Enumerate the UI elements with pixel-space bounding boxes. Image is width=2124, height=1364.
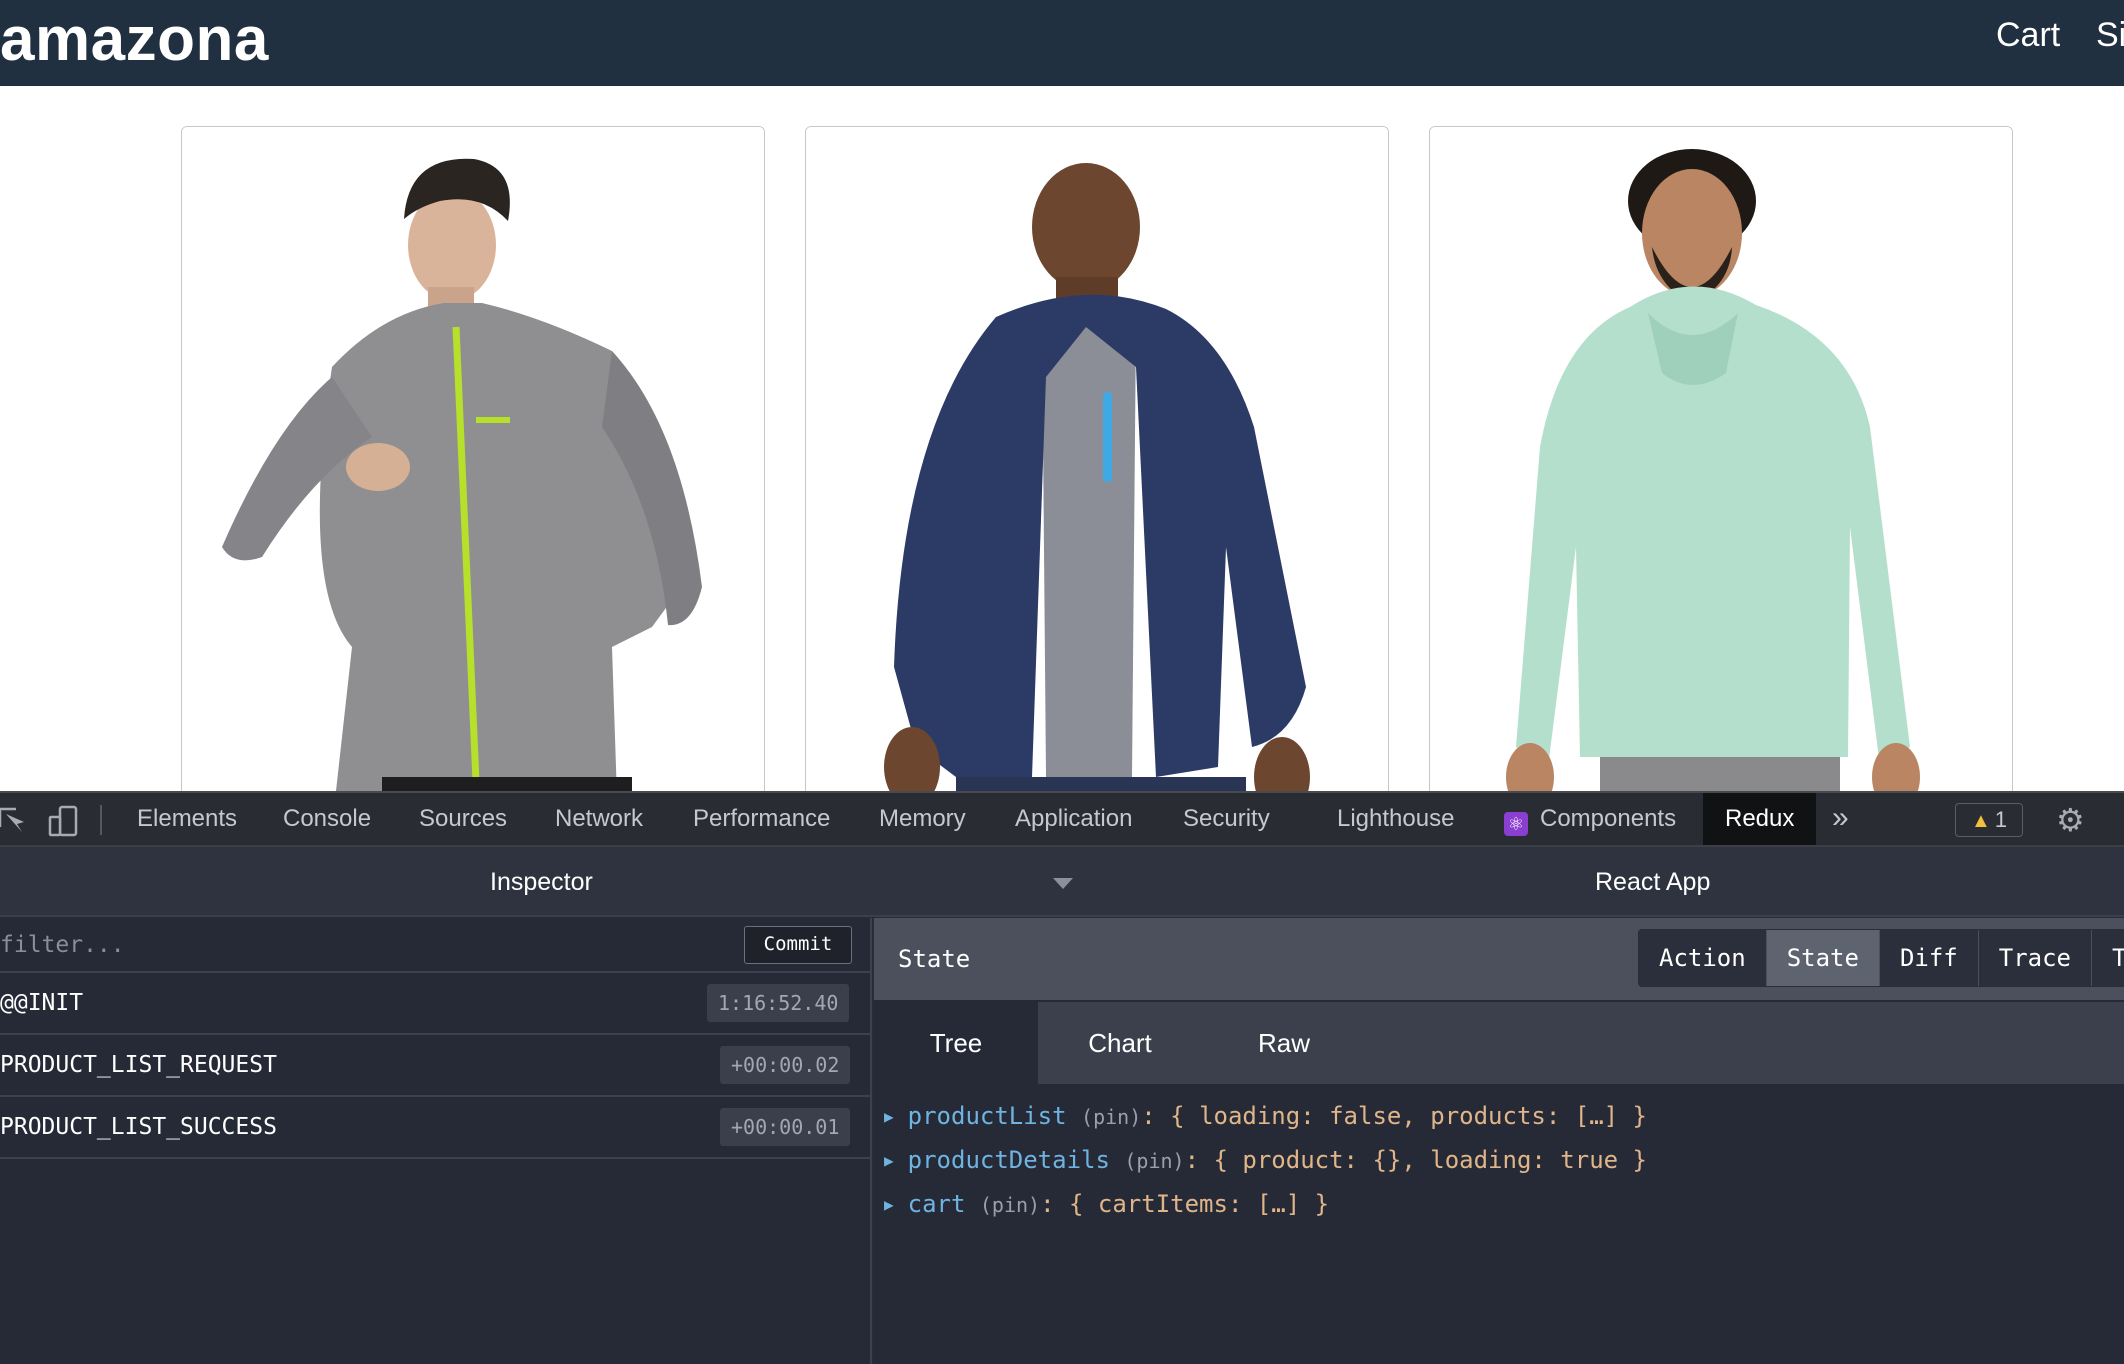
action-timestamp: 1:16:52.40 <box>707 984 850 1022</box>
more-tabs-chevron-icon[interactable]: » <box>1832 793 1849 845</box>
tree-node[interactable]: ▶ cart (pin): { cartItems: […] } <box>884 1184 1329 1224</box>
action-name: PRODUCT_LIST_SUCCESS <box>0 1114 277 1140</box>
tab-elements[interactable]: Elements <box>137 793 237 845</box>
tree-value: : { cartItems: […] } <box>1040 1190 1330 1218</box>
tab-redux[interactable]: Redux <box>1703 793 1817 845</box>
react-logo-icon: ⚛ <box>1504 812 1528 836</box>
tab-lighthouse[interactable]: Lighthouse <box>1337 793 1454 845</box>
expand-arrow-icon[interactable]: ▶ <box>884 1195 894 1214</box>
tab-diff[interactable]: Diff <box>1880 930 1979 986</box>
devtools-tabbar: Elements Console Sources Network Perform… <box>0 791 2124 847</box>
subtab-chart[interactable]: Chart <box>1038 1002 1202 1084</box>
product-card[interactable] <box>181 126 765 791</box>
pin-label[interactable]: (pin) <box>980 1193 1040 1217</box>
brand-logo-link[interactable]: amazona <box>0 4 269 75</box>
tab-memory[interactable]: Memory <box>879 793 966 845</box>
filter-row: Commit <box>0 918 870 973</box>
expand-arrow-icon[interactable]: ▶ <box>884 1107 894 1126</box>
tree-node[interactable]: ▶ productDetails (pin): { product: {}, lo… <box>884 1140 1647 1180</box>
subtab-tree[interactable]: Tree <box>874 1002 1038 1084</box>
action-name: PRODUCT_LIST_REQUEST <box>0 1052 277 1078</box>
action-list: Commit @@INIT 1:16:52.40 PRODUCT_LIST_RE… <box>0 918 872 1364</box>
tab-console[interactable]: Console <box>283 793 371 845</box>
tab-network[interactable]: Network <box>555 793 643 845</box>
toolbar-divider <box>100 805 102 835</box>
tab-application[interactable]: Application <box>1015 793 1132 845</box>
state-panel: State Action State Diff Trace T Tree Cha… <box>874 918 2124 1364</box>
redux-header: Inspector React App <box>0 847 2124 917</box>
product-image[interactable] <box>1430 127 2013 791</box>
tab-performance[interactable]: Performance <box>693 793 830 845</box>
state-view-tabs: Tree Chart Raw <box>874 1002 2124 1084</box>
tab-components[interactable]: ⚛ Components <box>1504 793 1676 845</box>
tab-state[interactable]: State <box>1766 930 1880 986</box>
warnings-badge[interactable]: ▲ 1 <box>1955 803 2023 837</box>
tab-components-label: Components <box>1540 805 1677 832</box>
nav-signin-link[interactable]: Si <box>2096 16 2124 55</box>
device-toolbar-icon[interactable] <box>46 805 82 837</box>
instance-selector[interactable]: React App <box>1595 847 1710 917</box>
state-header: State Action State Diff Trace T <box>874 918 2124 1000</box>
settings-gear-icon[interactable]: ⚙ <box>2056 804 2085 836</box>
site-header: amazona Cart Si <box>0 0 2124 86</box>
tree-value: : { loading: false, products: […] } <box>1141 1102 1647 1130</box>
tree-key: productList <box>907 1102 1067 1130</box>
action-row[interactable]: PRODUCT_LIST_SUCCESS +00:00.01 <box>0 1097 870 1159</box>
product-grid <box>0 86 2124 791</box>
monitor-mode-tabs: Action State Diff Trace T <box>1638 929 2124 987</box>
tab-test[interactable]: T <box>2092 930 2124 986</box>
commit-button[interactable]: Commit <box>744 926 852 964</box>
pin-label[interactable]: (pin) <box>1124 1149 1184 1173</box>
tab-action[interactable]: Action <box>1639 930 1767 986</box>
warnings-count: 1 <box>1994 807 2008 832</box>
product-card[interactable] <box>805 126 1389 791</box>
subtab-raw[interactable]: Raw <box>1202 1002 1366 1084</box>
filter-input[interactable] <box>0 918 720 972</box>
tab-trace[interactable]: Trace <box>1979 930 2092 986</box>
state-title: State <box>898 945 971 973</box>
product-image[interactable] <box>182 127 765 791</box>
action-row[interactable]: PRODUCT_LIST_REQUEST +00:00.02 <box>0 1035 870 1097</box>
tree-key: productDetails <box>907 1146 1110 1174</box>
action-timestamp: +00:00.02 <box>720 1046 851 1084</box>
tab-sources[interactable]: Sources <box>419 793 507 845</box>
pin-label[interactable]: (pin) <box>1081 1105 1141 1129</box>
devtools-panel: Elements Console Sources Network Perform… <box>0 791 2124 1364</box>
nav-cart-link[interactable]: Cart <box>1996 16 2060 55</box>
warning-icon: ▲ <box>1970 810 1991 832</box>
product-card[interactable] <box>1429 126 2013 791</box>
action-timestamp: +00:00.01 <box>720 1108 851 1146</box>
tab-security[interactable]: Security <box>1183 793 1270 845</box>
expand-arrow-icon[interactable]: ▶ <box>884 1151 894 1170</box>
action-name: @@INIT <box>0 990 84 1016</box>
product-image[interactable] <box>806 127 1389 791</box>
inspector-selector[interactable]: Inspector <box>490 847 593 917</box>
tree-value: : { product: {}, loading: true } <box>1184 1146 1647 1174</box>
tree-node[interactable]: ▶ productList (pin): { loading: false, pr… <box>884 1096 1647 1136</box>
tree-key: cart <box>907 1190 966 1218</box>
inspect-element-icon[interactable] <box>0 805 36 837</box>
action-row[interactable]: @@INIT 1:16:52.40 <box>0 973 870 1035</box>
caret-down-icon[interactable] <box>1053 878 1073 889</box>
